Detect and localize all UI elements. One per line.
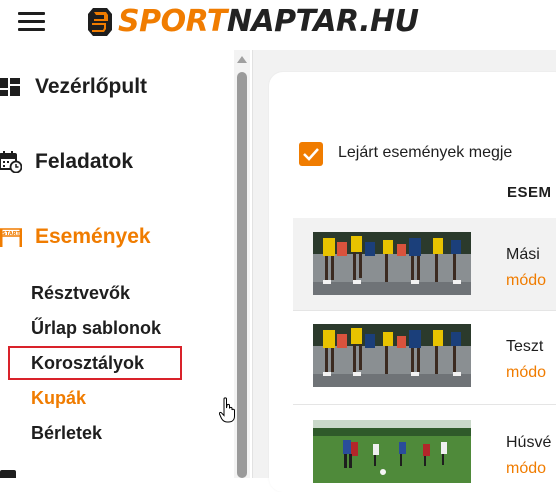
calendar-clock-icon [0,151,22,173]
event-thumbnail-runners [313,232,471,295]
submenu-item-form-templates[interactable]: Űrlap sablonok [31,317,161,339]
next-menu-icon [0,470,16,478]
dashboard-icon [0,78,20,96]
event-edit-link[interactable]: módo [506,364,546,382]
highlight-box [8,346,182,380]
show-expired-label: Lejárt események megje [338,144,513,161]
row-divider [293,404,556,405]
table-row: Mási módo [293,218,556,310]
event-edit-link[interactable]: módo [506,272,546,290]
column-header-events: ESEM [507,184,552,201]
main-content: Lejárt események megje ESEM Mási módo Te… [253,50,556,492]
sidebar-item-tasks[interactable]: Feladatok [0,142,133,182]
row-divider [293,310,556,311]
event-edit-link[interactable]: módo [506,460,546,478]
event-title: Mási [506,246,540,263]
start-gate-icon: START [0,228,22,247]
event-thumbnail-runners [313,324,471,387]
events-card: Lejárt események megje ESEM Mási módo Te… [269,72,556,492]
event-title: Húsvé [506,434,552,451]
sidebar-item-label: Feladatok [35,150,134,173]
table-row: Teszt módo [293,312,556,404]
submenu-item-passes[interactable]: Bérletek [31,422,102,444]
sidebar-item-events[interactable]: START Események [0,217,151,257]
logo-mark-icon [88,8,112,36]
submenu-item-participants[interactable]: Résztvevők [31,282,130,304]
site-logo[interactable]: SPORTNAPTAR.HU [86,4,419,40]
sidebar-scrollbar[interactable] [234,50,250,478]
scroll-up-arrow-icon[interactable] [237,56,247,63]
show-expired-checkbox[interactable] [299,142,323,166]
sidebar-item-label: Vezérlőpult [35,75,148,98]
logo-text: SPORTNAPTAR.HU [118,4,419,39]
submenu-item-cups[interactable]: Kupák [31,387,86,409]
hand-cursor-icon [219,397,235,423]
sidebar-item-label: Események [35,225,151,248]
sidebar: Vezérlőpult Feladatok START Események Ré… [0,50,253,478]
top-bar: SPORTNAPTAR.HU [0,0,556,50]
event-thumbnail-football [313,420,471,483]
table-row: Húsvé módo [293,406,556,492]
svg-text:START: START [2,231,20,237]
checkmark-icon [303,148,319,161]
event-title: Teszt [506,338,544,355]
scrollbar-thumb[interactable] [237,72,247,478]
hamburger-menu-icon[interactable] [18,12,45,32]
sidebar-item-dashboard[interactable]: Vezérlőpult [0,67,147,107]
